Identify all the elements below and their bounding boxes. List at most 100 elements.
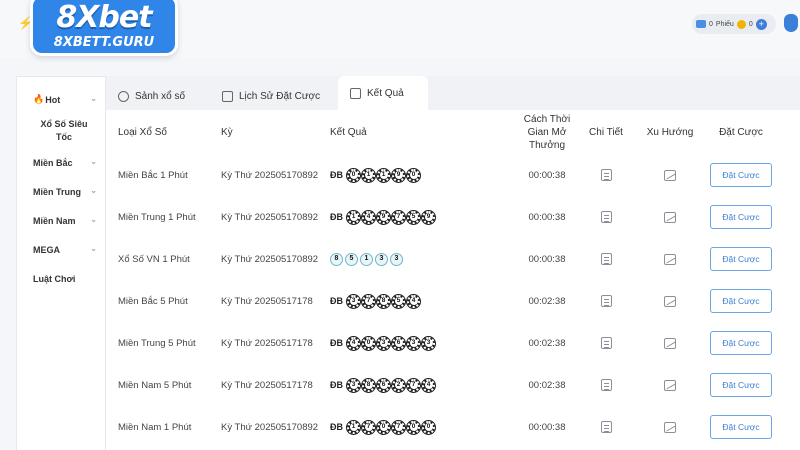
trend-chart-icon[interactable] — [664, 379, 676, 391]
trend-chart-icon[interactable] — [664, 211, 676, 223]
detail-list-icon[interactable] — [600, 421, 612, 433]
ball-digit: 5 — [409, 213, 418, 221]
lottery-type: Miền Trung 1 Phút — [118, 211, 196, 223]
period-number: Kỳ Thứ 20250517178 — [221, 295, 313, 307]
ball-digit: 8 — [364, 381, 373, 389]
ticket-icon — [696, 20, 706, 28]
trend-cell — [642, 322, 698, 364]
result-ball: 6 — [376, 377, 391, 393]
special-prize-label: ĐB — [330, 422, 343, 432]
result-ball: 1 — [360, 252, 373, 266]
ball-digit: 7 — [394, 213, 403, 221]
result-numbers: ĐB 3 7 8 5 4 — [330, 280, 421, 322]
special-prize-label: ĐB — [330, 338, 343, 348]
place-bet-button[interactable]: Đặt Cược — [710, 331, 772, 355]
chevron-down-icon: ⌄ — [90, 244, 97, 253]
trend-cell — [642, 364, 698, 406]
coin-value: 0 — [748, 20, 753, 28]
ball-digit: 5 — [394, 297, 403, 305]
detail-list-icon[interactable] — [600, 337, 612, 349]
detail-list-icon[interactable] — [600, 169, 612, 181]
result-balls: ĐB 1 7 0 7 0 0 — [330, 419, 436, 435]
result-balls: ĐB 3 8 6 2 7 4 — [330, 377, 436, 393]
countdown-time: 00:02:38 — [528, 337, 566, 349]
result-ball: 8 — [361, 377, 376, 393]
ball-digit: 1 — [349, 213, 358, 221]
header-bet: Đặt Cược — [719, 126, 763, 138]
add-funds-button[interactable]: + — [755, 18, 767, 30]
chart-icon — [350, 87, 361, 99]
trend-chart-icon[interactable] — [664, 295, 676, 307]
table-row: Xổ Số VN 1 Phút Kỳ Thứ 202505170892 8 5 1 3 3 0… — [106, 238, 800, 280]
period-number: Kỳ Thứ 202505170892 — [221, 211, 319, 223]
sidebar-item-sieu-toc[interactable]: Xổ Số Siêu Tốc — [17, 114, 105, 148]
result-ball: 7 — [391, 209, 406, 225]
sidebar-item-mien-trung[interactable]: Miền Trung ⌄ — [17, 177, 105, 206]
tab-lottery-lobby[interactable]: Sảnh xổ số — [106, 82, 204, 110]
ball-digit: 7 — [364, 297, 373, 305]
top-bar: ⚡ 8Xbet 8XBETT.GURU 0 Phiếu 0 + — [0, 0, 800, 58]
countdown-time: 00:02:38 — [528, 379, 566, 391]
detail-cell — [584, 364, 628, 406]
sidebar-item-label: Hot — [45, 94, 61, 105]
brand-logo[interactable]: 8Xbet 8XBETT.GURU — [30, 0, 178, 56]
chevron-down-icon: ⌄ — [90, 157, 97, 166]
ball-digit: 4 — [349, 339, 358, 347]
tab-bet-history[interactable]: Lịch Sử Đặt Cược — [210, 82, 330, 110]
tab-results[interactable]: Kết Quả — [338, 76, 428, 110]
table-row: Miền Nam 1 Phút Kỳ Thứ 202505170892 ĐB 1 7 0 7… — [106, 406, 800, 448]
result-numbers: 8 5 1 3 3 — [330, 238, 403, 280]
sidebar-item-mien-nam[interactable]: Miền Nam ⌄ — [17, 206, 105, 235]
ball-digit: 3 — [379, 339, 388, 347]
period-number: Kỳ Thứ 202505170892 — [221, 253, 319, 265]
logo-text: 8Xbet — [56, 0, 152, 35]
money-bag-icon[interactable] — [784, 14, 798, 32]
result-ball: 7 — [361, 419, 376, 435]
sidebar-item-label: Miền Nam — [33, 215, 76, 226]
header-trend: Xu Hướng — [646, 126, 694, 138]
result-ball: 0 — [406, 167, 421, 183]
detail-list-icon[interactable] — [600, 211, 612, 223]
place-bet-button[interactable]: Đặt Cược — [710, 289, 772, 313]
sidebar-item-rules[interactable]: Luật Chơi — [17, 264, 105, 293]
trend-chart-icon[interactable] — [664, 421, 676, 433]
lottery-type: Miền Nam 5 Phút — [118, 379, 192, 391]
logo-domain: 8XBETT.GURU — [53, 35, 155, 50]
bet-cell: Đặt Cược — [709, 196, 773, 238]
place-bet-button[interactable]: Đặt Cược — [710, 163, 772, 187]
place-bet-button[interactable]: Đặt Cược — [710, 205, 772, 229]
sidebar: 🔥 Hot ⌄ Xổ Số Siêu Tốc Miền Bắc ⌄ Miền T… — [16, 76, 106, 450]
trend-chart-icon[interactable] — [664, 337, 676, 349]
bet-cell: Đặt Cược — [709, 154, 773, 196]
result-ball: 7 — [391, 419, 406, 435]
trend-chart-icon[interactable] — [664, 169, 676, 181]
detail-list-icon[interactable] — [600, 253, 612, 265]
result-ball: 4 — [421, 377, 436, 393]
ball-digit: 3 — [424, 339, 433, 347]
ball-digit: 8 — [379, 297, 388, 305]
sidebar-item-label: Luật Chơi — [33, 273, 76, 284]
sidebar-item-label: Miền Bắc — [33, 157, 73, 168]
trend-cell — [642, 154, 698, 196]
result-ball: 0 — [421, 419, 436, 435]
sidebar-item-mega[interactable]: MEGA ⌄ — [17, 235, 105, 264]
table-row: Miền Trung 5 Phút Kỳ Thứ 20250517178 ĐB 4 0 3… — [106, 322, 800, 364]
detail-list-icon[interactable] — [600, 295, 612, 307]
place-bet-button[interactable]: Đặt Cược — [710, 373, 772, 397]
result-balls: ĐB 4 0 3 6 3 3 — [330, 335, 436, 351]
place-bet-button[interactable]: Đặt Cược — [710, 415, 772, 439]
place-bet-button[interactable]: Đặt Cược — [710, 247, 772, 271]
special-prize-label: ĐB — [330, 380, 343, 390]
result-ball: 0 — [361, 335, 376, 351]
lottery-type: Miền Nam 1 Phút — [118, 421, 192, 433]
ball-digit: 0 — [409, 423, 418, 431]
trend-chart-icon[interactable] — [664, 253, 676, 265]
detail-list-icon[interactable] — [600, 379, 612, 391]
history-icon — [222, 90, 233, 102]
result-ball: 5 — [345, 252, 358, 266]
sidebar-item-hot[interactable]: 🔥 Hot ⌄ — [17, 85, 105, 114]
countdown-time: 00:00:38 — [528, 421, 566, 433]
lottery-type: Xổ Số VN 1 Phút — [118, 253, 190, 265]
sidebar-item-mien-bac[interactable]: Miền Bắc ⌄ — [17, 148, 105, 177]
special-prize-label: ĐB — [330, 170, 343, 180]
